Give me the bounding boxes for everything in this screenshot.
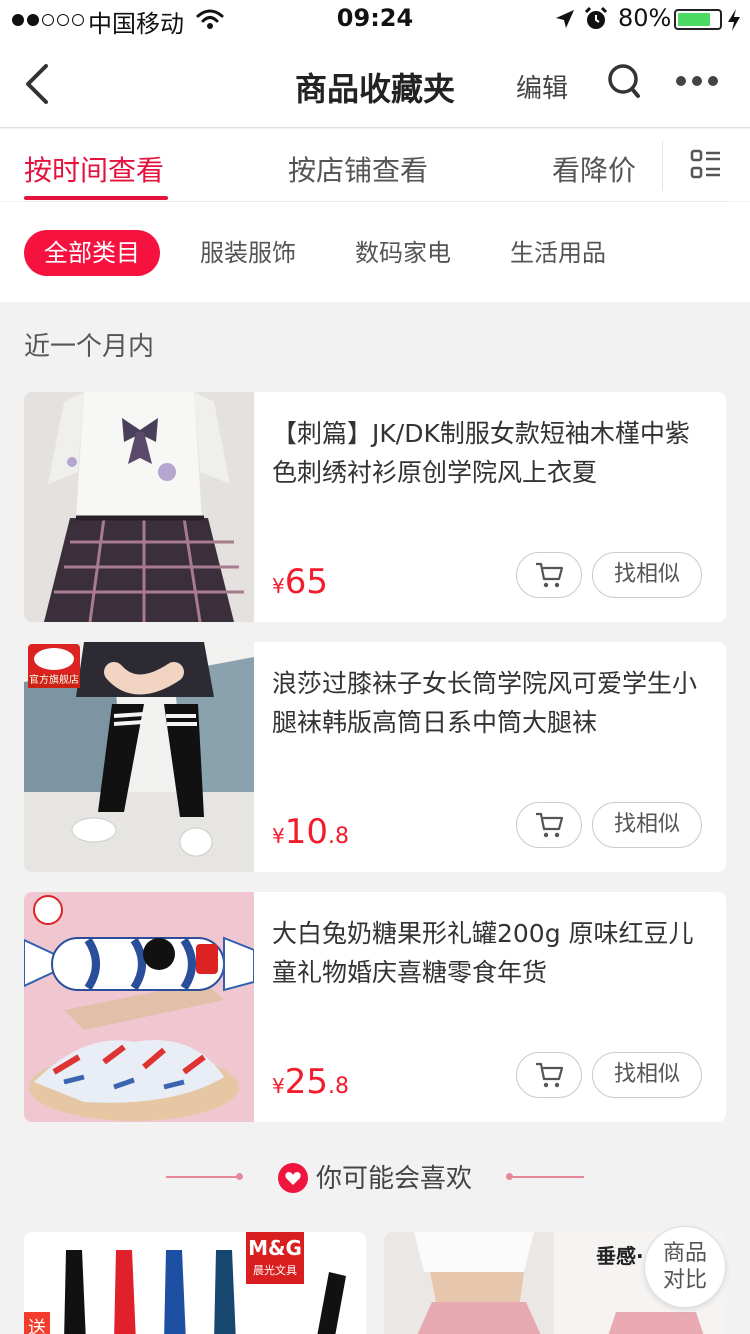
add-to-cart-button[interactable]	[516, 1052, 582, 1098]
recommend-card[interactable]: M&G 晨光文具 送	[24, 1232, 366, 1334]
tab-divider	[662, 141, 663, 191]
nav-bar: 商品收藏夹 编辑	[0, 40, 750, 128]
list-layout-icon[interactable]	[690, 149, 722, 179]
heart-icon	[277, 1163, 308, 1193]
add-to-cart-button[interactable]	[516, 802, 582, 848]
find-similar-button[interactable]: 找相似	[592, 1052, 702, 1098]
battery-icon	[674, 9, 722, 30]
tab-by-shop[interactable]: 按店铺查看	[288, 149, 428, 189]
product-card[interactable]: 【刺篇】JK/DK制服女款短袖木槿中紫色刺绣衬衫原创学院风上衣夏 ¥65 找相似	[24, 392, 726, 622]
category-filter: 全部类目 服装服饰 数码家电 生活用品	[0, 202, 750, 302]
find-similar-button[interactable]: 找相似	[592, 552, 702, 598]
recommend-image[interactable]	[24, 1232, 366, 1334]
charging-bolt-icon	[728, 9, 740, 31]
add-to-cart-button[interactable]	[516, 552, 582, 598]
alarm-icon	[584, 6, 608, 29]
favorites-page: 中国移动 09:24 80% 商品收藏夹 编辑 按时间查看 按店铺查看 看降价 …	[0, 0, 750, 1334]
section-header: 近一个月内	[24, 332, 155, 362]
active-tab-indicator	[24, 196, 168, 200]
more-icon[interactable]	[676, 76, 718, 86]
compare-products-button[interactable]: 商品 对比	[644, 1226, 726, 1308]
chip-daily-goods[interactable]: 生活用品	[490, 230, 626, 276]
product-price: ¥10.8	[272, 812, 349, 852]
chip-digital-appliances[interactable]: 数码家电	[335, 230, 471, 276]
recommend-title: 你可能会喜欢	[315, 1164, 472, 1194]
find-similar-button[interactable]: 找相似	[592, 802, 702, 848]
product-price: ¥65	[272, 562, 328, 602]
cart-icon	[536, 1062, 564, 1088]
tab-price-drop[interactable]: 看降价	[552, 149, 636, 189]
recommend-header: 你可能会喜欢	[0, 1158, 750, 1195]
brand-logo-subtext: 晨光文具	[253, 1264, 297, 1277]
product-image[interactable]: 官方旗舰店	[24, 642, 254, 872]
product-price: ¥25.8	[272, 1062, 349, 1102]
edit-button[interactable]: 编辑	[516, 68, 568, 105]
cart-icon	[536, 812, 564, 838]
status-bar: 中国移动 09:24 80%	[0, 0, 750, 40]
battery-percent: 80%	[618, 4, 672, 32]
product-name[interactable]: 浪莎过膝袜子女长筒学院风可爱学生小腿袜韩版高筒日系中筒大腿袜	[272, 664, 702, 742]
product-card[interactable]: 官方旗舰店 浪莎过膝袜子女长筒学院风可爱学生小腿袜韩版高筒日系中筒大腿袜 ¥10…	[24, 642, 726, 872]
location-arrow-icon	[556, 10, 574, 28]
view-tabs: 按时间查看 按店铺查看 看降价	[0, 129, 750, 201]
product-name[interactable]: 【刺篇】JK/DK制服女款短袖木槿中紫色刺绣衬衫原创学院风上衣夏	[272, 414, 702, 492]
product-image[interactable]	[24, 392, 254, 622]
product-tagline: 垂感·	[596, 1244, 644, 1268]
product-name[interactable]: 大白兔奶糖果形礼罐200g 原味红豆儿童礼物婚庆喜糖零食年货	[272, 914, 702, 992]
cart-icon	[536, 562, 564, 588]
search-icon[interactable]	[606, 62, 642, 102]
product-image[interactable]	[24, 892, 254, 1122]
chip-clothing[interactable]: 服装服饰	[180, 230, 316, 276]
chip-all-categories[interactable]: 全部类目	[24, 230, 160, 276]
brand-logo-text: M&G	[248, 1236, 302, 1260]
shop-badge: 官方旗舰店	[28, 674, 80, 688]
product-card[interactable]: 大白兔奶糖果形礼罐200g 原味红豆儿童礼物婚庆喜糖零食年货 ¥25.8 找相似	[24, 892, 726, 1122]
gift-tag: 送	[28, 1318, 46, 1334]
tab-by-time[interactable]: 按时间查看	[24, 149, 164, 189]
